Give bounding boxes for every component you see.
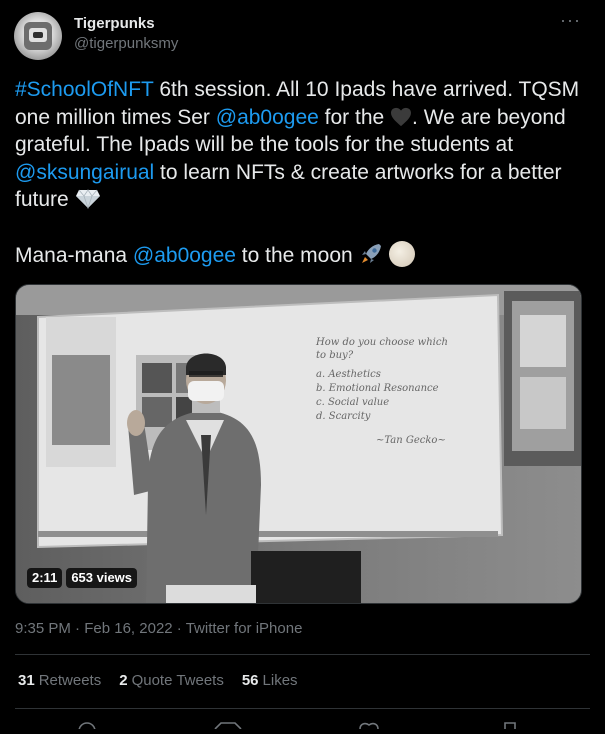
whiteboard-text: a. Aesthetics — [316, 369, 381, 380]
whiteboard-text: How do you choose which — [315, 337, 448, 348]
like-icon[interactable] — [359, 722, 379, 730]
video-thumbnail: How do you choose which to buy? a. Aesth… — [16, 285, 581, 603]
crest-logo-icon — [24, 22, 52, 50]
quote-tweets-label: Quote Tweets — [131, 672, 224, 689]
whiteboard-text: c. Social value — [316, 397, 389, 408]
author-name[interactable]: Tigerpunks — [74, 15, 155, 32]
quote-tweets-count: 2 — [119, 672, 128, 689]
tweet-time[interactable]: 9:35 PM — [15, 620, 71, 637]
share-icon[interactable] — [504, 722, 516, 729]
tweet-meta: 9:35 PM · Feb 16, 2022 · Twitter for iPh… — [15, 620, 302, 637]
mention-link[interactable]: @ab0ogee — [133, 244, 236, 267]
meta-separator: · — [172, 620, 186, 637]
whiteboard-text: b. Emotional Resonance — [316, 383, 439, 394]
whiteboard-text: ~Tan Gecko~ — [376, 435, 446, 446]
retweets-count: 31 — [18, 672, 35, 689]
video-badges: 2:11 653 views — [27, 568, 138, 588]
tweet-text-part: for the — [318, 105, 391, 129]
tweet-source[interactable]: Twitter for iPhone — [186, 620, 303, 637]
full-moon-icon — [388, 241, 415, 267]
tweet-date[interactable]: Feb 16, 2022 — [84, 620, 172, 637]
video-views: 653 views — [66, 568, 138, 588]
hashtag-link[interactable]: #SchoolOfNFT — [15, 78, 154, 101]
whiteboard-text: to buy? — [316, 350, 354, 361]
more-dots-icon[interactable]: ··· — [560, 11, 580, 34]
likes-stat[interactable]: 56 Likes — [242, 672, 298, 689]
retweet-icon[interactable] — [214, 722, 242, 730]
author-handle[interactable]: @tigerpunksmy — [74, 35, 178, 52]
tweet-text-part: Mana-mana — [15, 244, 133, 267]
quote-tweets-stat[interactable]: 2 Quote Tweets — [119, 672, 224, 689]
gem-stone-icon — [75, 189, 100, 209]
whiteboard-text: d. Scarcity — [316, 411, 371, 422]
divider — [15, 708, 590, 709]
mention-link[interactable]: @sksungairual — [15, 161, 154, 184]
mention-link[interactable]: @ab0ogee — [216, 106, 319, 129]
meta-separator: · — [70, 620, 85, 637]
avatar[interactable] — [14, 12, 62, 60]
retweets-label: Retweets — [38, 672, 102, 689]
video-player[interactable]: How do you choose which to buy? a. Aesth… — [15, 284, 582, 604]
reply-icon[interactable] — [78, 722, 96, 734]
black-heart-icon — [391, 107, 412, 126]
tweet: Tigerpunks @tigerpunksmy ··· #SchoolOfNF… — [0, 0, 605, 734]
rocket-icon — [361, 244, 381, 263]
video-duration: 2:11 — [27, 568, 63, 588]
divider — [15, 654, 590, 655]
tweet-text: #SchoolOfNFT 6th session. All 10 Ipads h… — [15, 76, 590, 270]
tweet-stats: 31 Retweets 2 Quote Tweets 56 Likes — [18, 672, 298, 689]
tweet-text-part: to the moon — [235, 244, 359, 267]
likes-label: Likes — [262, 672, 298, 689]
likes-count: 56 — [241, 672, 259, 689]
action-bar — [15, 716, 590, 734]
retweets-stat[interactable]: 31 Retweets — [18, 672, 101, 689]
